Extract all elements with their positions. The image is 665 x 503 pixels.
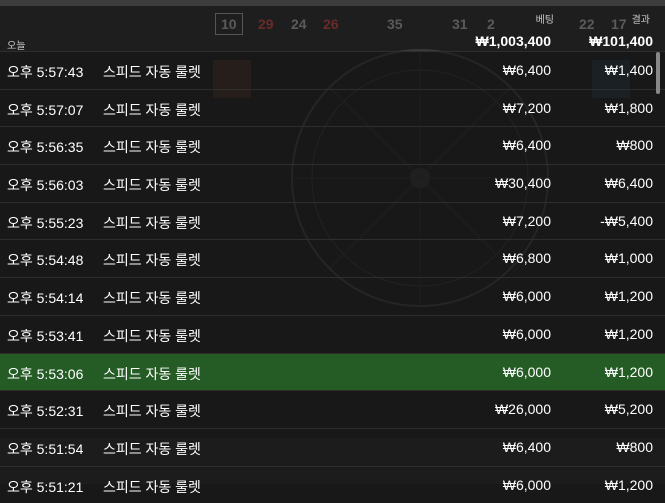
- row-time: 오후 5:54:48: [7, 252, 84, 269]
- row-result-amount: ₩800: [616, 137, 653, 154]
- row-bet-amount: ₩30,400: [494, 175, 551, 192]
- row-game-name: 스피드 자동 룰렛: [103, 214, 201, 231]
- row-time: 오후 5:57:43: [7, 64, 84, 80]
- history-list: 오후 5:57:43 스피드 자동 룰렛 ₩6,400 ₩1,400 오후 5:57:0…: [0, 51, 665, 503]
- row-time: 오후 5:51:54: [7, 440, 84, 457]
- row-bet-amount: ₩6,000: [502, 363, 551, 380]
- row-result-amount: ₩800: [616, 438, 653, 455]
- row-bet-amount: ₩6,000: [502, 476, 551, 493]
- row-time: 오후 5:56:35: [7, 139, 84, 156]
- total-result-value: ₩101,400: [589, 33, 653, 49]
- row-result-amount: ₩1,200: [604, 325, 653, 342]
- top-bar: [0, 0, 665, 6]
- history-row[interactable]: 오후 5:53:41 스피드 자동 룰렛 ₩6,000 ₩1,200: [0, 314, 665, 353]
- row-time: 오후 5:55:23: [7, 214, 84, 231]
- row-bet-amount: ₩6,000: [502, 288, 551, 305]
- row-time: 오후 5:57:07: [7, 101, 84, 118]
- row-bet-amount: ₩6,800: [502, 250, 551, 267]
- row-result-amount: -₩5,400: [600, 212, 653, 229]
- row-bet-amount: ₩6,400: [502, 62, 551, 78]
- row-result-amount: ₩1,200: [604, 288, 653, 305]
- row-result-amount: ₩1,800: [604, 99, 653, 116]
- row-time: 오후 5:56:03: [7, 177, 84, 194]
- row-result-amount: ₩1,000: [604, 250, 653, 267]
- history-row[interactable]: 오후 5:51:21 스피드 자동 룰렛 ₩6,000 ₩1,200: [0, 465, 665, 503]
- history-row[interactable]: 오후 5:55:23 스피드 자동 룰렛 ₩7,200 -₩5,400: [0, 201, 665, 240]
- history-row[interactable]: 오후 5:57:07 스피드 자동 룰렛 ₩7,200 ₩1,800: [0, 88, 665, 127]
- total-bet-value: ₩1,003,400: [475, 33, 552, 49]
- row-result-amount: ₩1,200: [604, 363, 653, 380]
- row-game-name: 스피드 자동 룰렛: [103, 478, 201, 495]
- row-bet-amount: ₩6,400: [502, 137, 551, 154]
- row-game-name: 스피드 자동 룰렛: [103, 177, 201, 194]
- row-time: 오후 5:53:06: [7, 365, 84, 382]
- row-result-amount: ₩5,200: [604, 401, 653, 418]
- row-game-name: 스피드 자동 룰렛: [103, 252, 201, 269]
- result-column-header: 결과: [631, 15, 650, 26]
- history-row[interactable]: 오후 5:54:14 스피드 자동 룰렛 ₩6,000 ₩1,200: [0, 277, 665, 315]
- row-time: 오후 5:52:31: [7, 403, 84, 420]
- row-time: 오후 5:54:14: [7, 290, 84, 307]
- history-row[interactable]: 오후 5:56:35 스피드 자동 룰렛 ₩6,400 ₩800: [0, 126, 665, 165]
- history-row[interactable]: 오후 5:52:31 스피드 자동 룰렛 ₩26,000 ₩5,200: [0, 390, 665, 428]
- row-game-name: 스피드 자동 룰렛: [103, 64, 201, 80]
- row-game-name: 스피드 자동 룰렛: [103, 365, 201, 382]
- history-row[interactable]: 오후 5:56:03 스피드 자동 룰렛 ₩30,400 ₩6,400: [0, 164, 665, 202]
- today-summary-row: 오늘 ₩1,003,400 ₩101,400: [0, 31, 665, 52]
- history-row[interactable]: 오후 5:54:48 스피드 자동 룰렛 ₩6,800 ₩1,000: [0, 239, 665, 278]
- row-result-amount: ₩1,400: [604, 62, 653, 78]
- row-game-name: 스피드 자동 룰렛: [103, 440, 201, 457]
- history-row[interactable]: 오후 5:57:43 스피드 자동 룰렛 ₩6,400 ₩1,400: [0, 51, 665, 89]
- row-game-name: 스피드 자동 룰렛: [103, 101, 201, 118]
- row-game-name: 스피드 자동 룰렛: [103, 290, 201, 307]
- row-time: 오후 5:53:41: [7, 327, 84, 344]
- history-row[interactable]: 오후 5:53:06 스피드 자동 룰렛 ₩6,000 ₩1,200: [0, 352, 665, 391]
- bet-column-header: 베팅: [535, 15, 554, 26]
- row-game-name: 스피드 자동 룰렛: [103, 327, 201, 344]
- row-result-amount: ₩6,400: [604, 175, 653, 192]
- scrollbar-thumb[interactable]: [656, 52, 660, 94]
- row-bet-amount: ₩7,200: [502, 99, 551, 116]
- row-bet-amount: ₩6,000: [502, 325, 551, 342]
- row-bet-amount: ₩26,000: [494, 401, 551, 418]
- history-row[interactable]: 오후 5:51:54 스피드 자동 룰렛 ₩6,400 ₩800: [0, 427, 665, 466]
- row-game-name: 스피드 자동 룰렛: [103, 139, 201, 156]
- row-result-amount: ₩1,200: [604, 476, 653, 493]
- row-time: 오후 5:51:21: [7, 478, 84, 495]
- today-label: 오늘: [7, 41, 26, 52]
- row-bet-amount: ₩6,400: [502, 438, 551, 455]
- bet-history-panel: 베팅 결과 오늘 ₩1,003,400 ₩101,400 오후 5:57:43 스…: [0, 0, 665, 503]
- row-game-name: 스피드 자동 룰렛: [103, 403, 201, 420]
- row-bet-amount: ₩7,200: [502, 212, 551, 229]
